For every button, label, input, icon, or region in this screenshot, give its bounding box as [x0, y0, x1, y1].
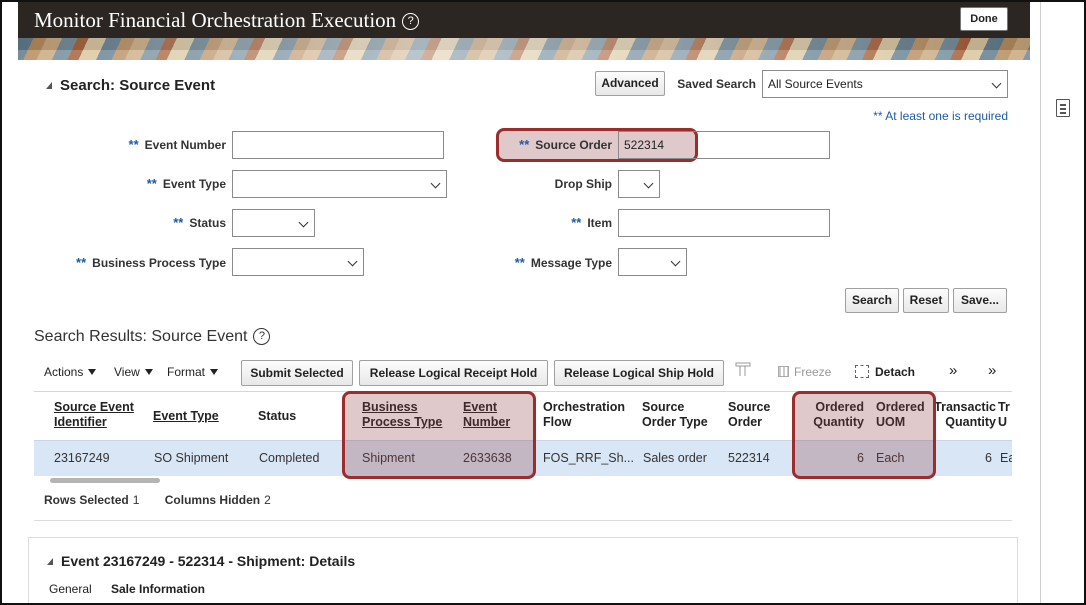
required-hint: ** At least one is required [873, 109, 1008, 123]
chevron-down-icon [347, 256, 358, 267]
release-logical-ship-hold-button[interactable]: Release Logical Ship Hold [554, 360, 724, 386]
event-number-label: ** Event Number [128, 137, 226, 152]
table-cell: SO Shipment [154, 451, 229, 465]
chevron-down-icon [670, 256, 681, 267]
release-logical-receipt-hold-button[interactable]: Release Logical Receipt Hold [359, 360, 548, 386]
item-field[interactable] [618, 209, 830, 237]
page-title: Monitor Financial Orchestration Executio… [34, 8, 420, 33]
ordered-qty-uom-highlight [792, 391, 936, 479]
event-type-select[interactable] [232, 170, 447, 198]
chevron-down-icon [298, 217, 309, 228]
actions-menu[interactable]: Actions [44, 365, 97, 379]
freeze-icon [778, 366, 789, 377]
divider [34, 520, 1012, 521]
document-icon[interactable] [1056, 99, 1070, 117]
table-cell: 6 [985, 451, 992, 465]
status-label: ** Status [173, 215, 226, 230]
right-rail [1040, 2, 1084, 603]
column-header[interactable]: Orchestration Flow [543, 400, 625, 430]
horizontal-scrollbar[interactable] [50, 478, 160, 483]
caret-down-icon [210, 369, 219, 375]
collapse-triangle-icon [47, 558, 53, 565]
double-chevron-right-icon[interactable]: » [949, 362, 957, 379]
save-button[interactable]: Save... [953, 288, 1007, 313]
format-menu[interactable]: Format [167, 365, 219, 379]
help-icon[interactable]: ? [253, 328, 271, 345]
advanced-button[interactable]: Advanced [595, 71, 665, 96]
table-cell: Ea [1000, 451, 1012, 465]
tab-general[interactable]: General [49, 582, 92, 596]
done-button[interactable]: Done [960, 7, 1008, 31]
message-type-select[interactable] [618, 248, 687, 276]
table-cell: FOS_RRF_Sh... [543, 451, 634, 465]
column-header[interactable]: Source Order [728, 400, 770, 430]
app-frame: Monitor Financial Orchestration Executio… [0, 0, 1086, 605]
source-order-label: ** Source Order [519, 137, 612, 152]
saved-search-select[interactable]: All Source Events [762, 70, 1008, 98]
drop-ship-select[interactable] [618, 170, 660, 198]
table-cell: 522314 [728, 451, 770, 465]
results-footer: Rows Selected 1 Columns Hidden 2 [44, 493, 271, 507]
column-header[interactable]: Source Event Identifier [54, 400, 134, 430]
reset-button[interactable]: Reset [903, 288, 949, 313]
results-title: Search Results: Source Event? [34, 328, 271, 346]
chevron-down-icon [643, 178, 654, 189]
double-chevron-right-icon[interactable]: » [988, 362, 996, 379]
status-select[interactable] [232, 209, 315, 237]
table-cell: Sales order [643, 451, 707, 465]
column-header[interactable]: Status [258, 409, 296, 424]
business-process-type-label: ** Business Process Type [76, 255, 226, 270]
details-panel: Event 23167249 - 522314 - Shipment: Deta… [28, 537, 1018, 603]
details-title[interactable]: Event 23167249 - 522314 - Shipment: Deta… [47, 553, 355, 569]
message-type-label: ** Message Type [514, 255, 612, 270]
table-cell: 23167249 [54, 451, 110, 465]
detach-icon [855, 365, 869, 378]
column-header[interactable]: Transactic Quantity [934, 400, 996, 430]
table-cell: Completed [259, 451, 320, 465]
caret-down-icon [144, 369, 153, 375]
item-label: ** Item [571, 215, 612, 230]
column-header[interactable]: Tr U [998, 400, 1010, 430]
event-number-field[interactable] [232, 131, 444, 159]
search-section-title[interactable]: Search: Source Event [46, 77, 215, 94]
detach-button[interactable]: Detach [855, 365, 915, 379]
saved-search-label: Saved Search [677, 77, 756, 91]
help-icon[interactable]: ? [402, 13, 420, 30]
source-order-field[interactable]: 522314 [618, 131, 830, 159]
page-header: Monitor Financial Orchestration Executio… [18, 2, 1030, 60]
chevron-down-icon [991, 78, 1002, 89]
business-process-type-select[interactable] [232, 248, 364, 276]
tab-sale-information[interactable]: Sale Information [111, 582, 205, 596]
drop-ship-label: Drop Ship [554, 177, 612, 191]
business-process-highlight [342, 391, 536, 479]
submit-selected-button[interactable]: Submit Selected [241, 360, 353, 386]
caret-down-icon [88, 369, 97, 375]
column-icon[interactable] [735, 362, 751, 378]
column-header[interactable]: Source Order Type [642, 400, 708, 430]
collapse-triangle-icon [46, 82, 52, 89]
event-type-label: ** Event Type [146, 176, 226, 191]
view-menu[interactable]: View [114, 365, 153, 379]
chevron-down-icon [430, 178, 441, 189]
search-button[interactable]: Search [845, 288, 899, 313]
freeze-button[interactable]: Freeze [778, 365, 831, 379]
column-header[interactable]: Event Type [153, 409, 219, 424]
